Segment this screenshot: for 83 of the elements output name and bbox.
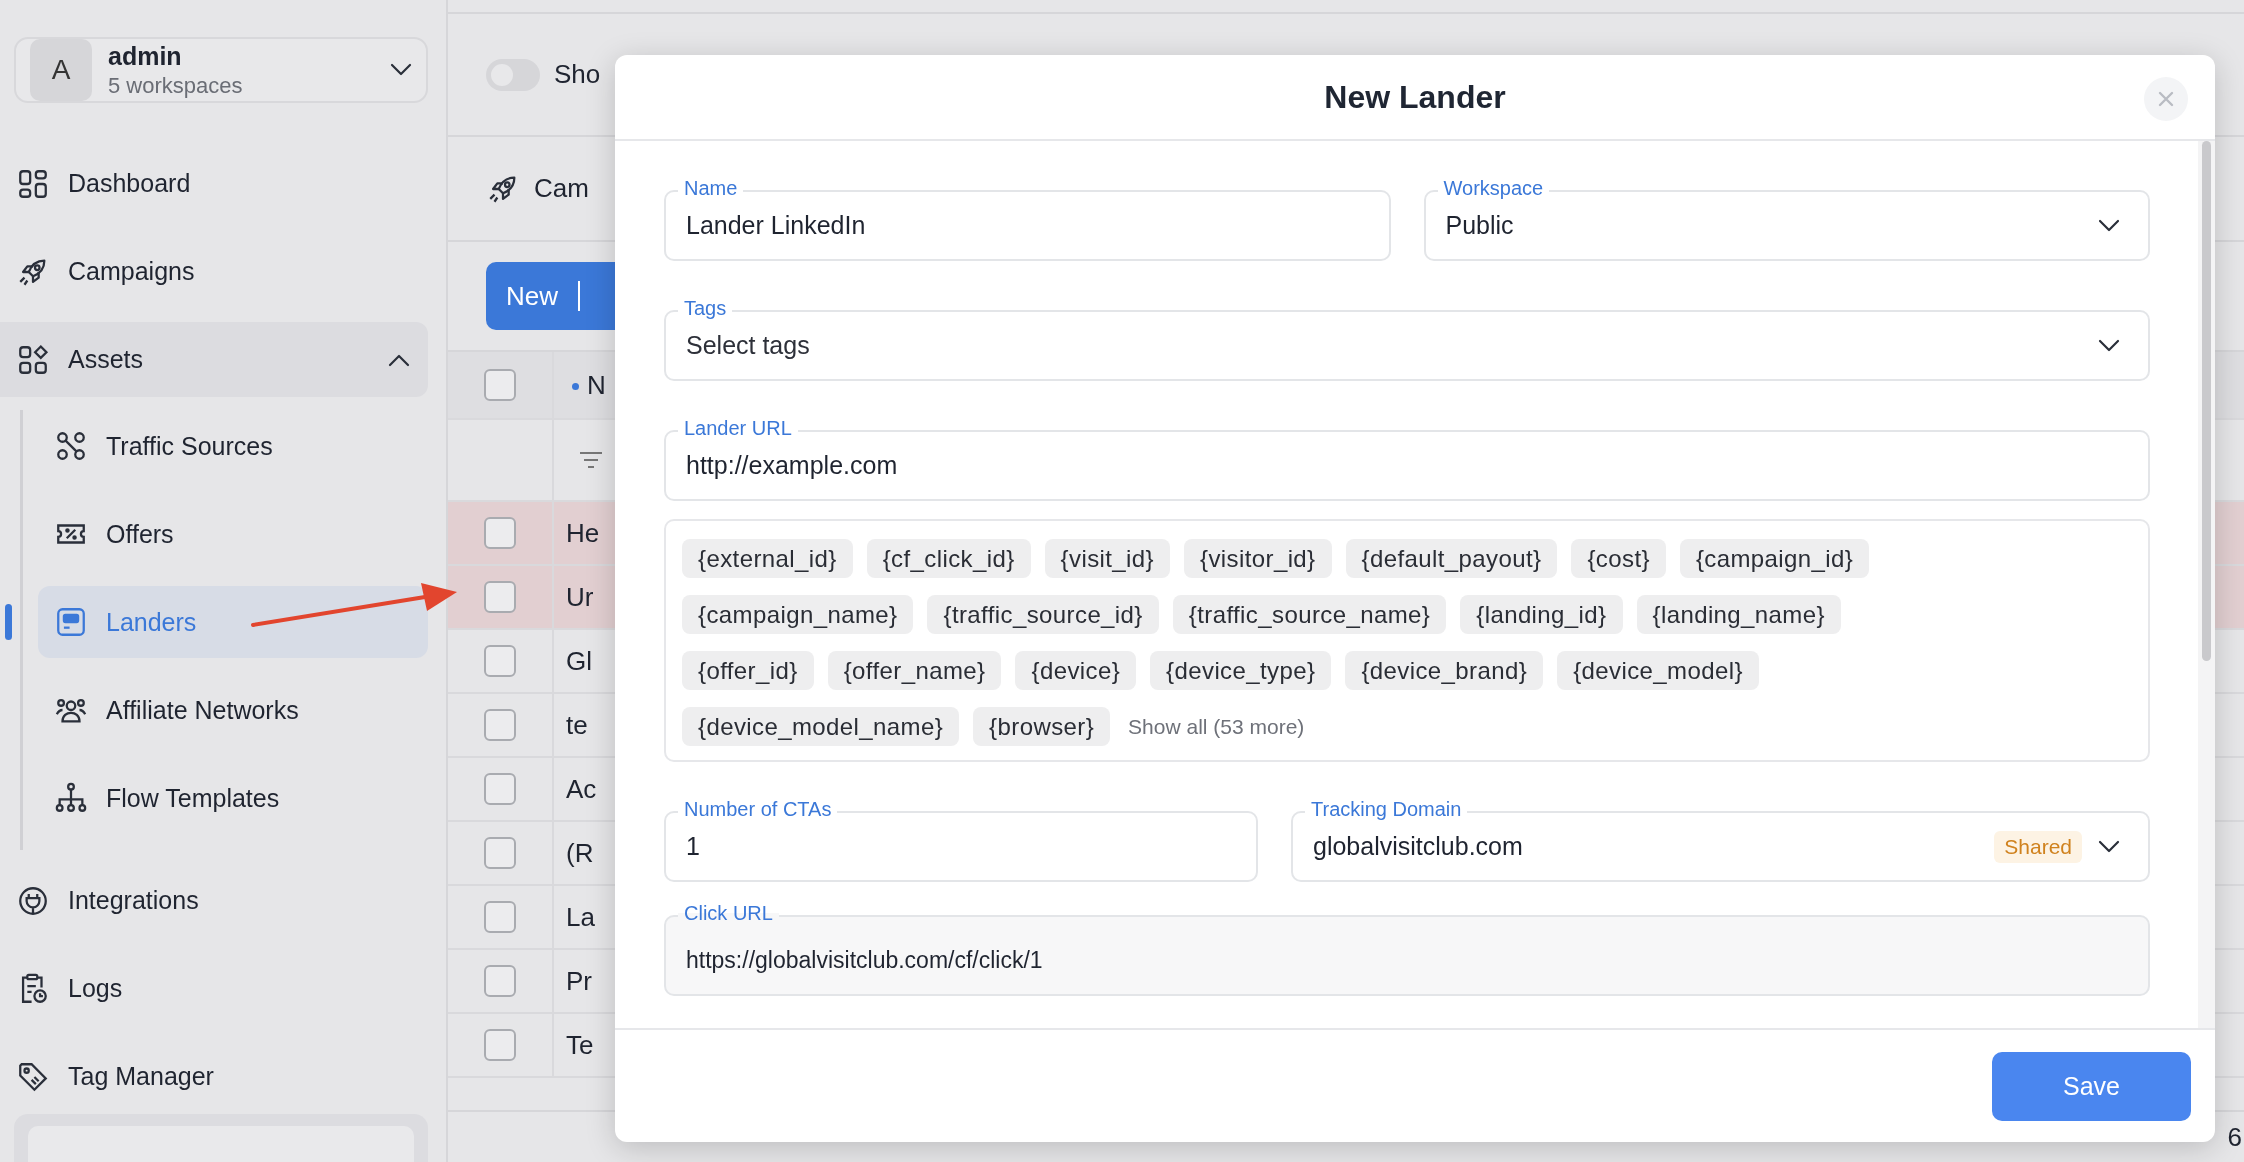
table-cell-text: Ur — [565, 581, 594, 613]
token-chip[interactable]: {campaign_name} — [682, 595, 914, 634]
table-cell-text: Pr — [565, 965, 592, 997]
token-chip[interactable]: {campaign_id} — [1679, 539, 1870, 578]
token-chip[interactable]: {cost} — [1571, 539, 1666, 578]
sidebar-item[interactable]: Assets — [0, 322, 428, 397]
token-chip[interactable]: {cf_click_id} — [866, 539, 1031, 578]
sidebar-item[interactable]: Offers — [38, 498, 428, 570]
tab-label[interactable]: Cam — [534, 173, 589, 204]
account-switcher[interactable]: A admin 5 workspaces — [14, 37, 428, 103]
sidebar-item[interactable]: Affiliate Networks — [38, 674, 428, 746]
sidebar-item[interactable]: Integrations — [0, 863, 428, 938]
token-chip[interactable]: {landing_id} — [1460, 595, 1623, 634]
token-chip[interactable]: {offer_name} — [827, 651, 1002, 690]
column-header[interactable]: N — [554, 369, 606, 401]
table-cell-text: te — [565, 709, 588, 741]
user-name: admin — [108, 41, 183, 71]
chevron-down-icon — [2098, 218, 2120, 233]
token-chip[interactable]: {device_model} — [1557, 651, 1759, 690]
token-chip[interactable]: {traffic_source_name} — [1172, 595, 1447, 634]
checkbox[interactable] — [484, 837, 516, 869]
chevron-down-icon — [2098, 839, 2120, 854]
workspace-count: 5 workspaces — [108, 72, 244, 99]
active-indicator — [5, 604, 12, 640]
table-cell-text: (R — [565, 837, 594, 869]
token-chip[interactable]: {traffic_source_id} — [927, 595, 1159, 634]
new-button[interactable]: New — [486, 262, 615, 330]
sidebar-item[interactable]: Logs — [0, 951, 428, 1026]
token-chip[interactable]: {default_payout} — [1345, 539, 1558, 578]
page-number: 6 — [2227, 1121, 2242, 1153]
token-chip[interactable]: {offer_id} — [682, 651, 814, 690]
checkbox[interactable] — [484, 645, 516, 677]
browser-icon — [54, 605, 88, 639]
filter-icon[interactable] — [578, 450, 604, 470]
token-chip[interactable]: {visitor_id} — [1184, 539, 1332, 578]
input-field[interactable]: Number of CTAs 1 — [664, 797, 1258, 882]
save-button[interactable]: Save — [1992, 1051, 2191, 1121]
checkbox[interactable] — [484, 901, 516, 933]
input-field: Click URL https://globalvisitclub.com/cf/click/1 — [664, 901, 2150, 996]
table-cell-text: Gl — [565, 645, 592, 677]
sidebar-item[interactable]: Traffic Sources — [38, 410, 428, 482]
checkbox[interactable] — [484, 369, 516, 401]
checkbox[interactable] — [484, 581, 516, 613]
token-chip[interactable]: {device_brand} — [1345, 651, 1544, 690]
dialog-title: New Lander — [1324, 78, 1506, 116]
checkbox[interactable] — [484, 965, 516, 997]
table-cell-text: Ac — [565, 773, 597, 805]
select-field[interactable]: Workspace Public — [1423, 176, 2150, 261]
table-cell-text: Te — [565, 1029, 594, 1061]
token-chip[interactable]: {visit_id} — [1044, 539, 1170, 578]
sidebar-item[interactable]: Flow Templates — [38, 762, 428, 834]
token-chip[interactable]: {device_model_name} — [682, 707, 960, 746]
token-chip[interactable]: {browser} — [973, 707, 1111, 746]
checkbox[interactable] — [484, 709, 516, 741]
select-field[interactable]: Tracking Domain globalvisitclub.com Shared — [1291, 797, 2150, 882]
table-cell-text: He — [565, 517, 600, 549]
checkbox[interactable] — [484, 1029, 516, 1061]
close-button[interactable] — [2144, 77, 2188, 121]
checkbox[interactable] — [484, 773, 516, 805]
chevron-up-icon — [388, 352, 410, 367]
assets-icon — [16, 342, 50, 377]
input-field[interactable]: Lander URL http://example.com — [664, 416, 2150, 501]
token-chip[interactable]: {device_type} — [1150, 651, 1332, 690]
token-chip[interactable]: {landing_name} — [1636, 595, 1841, 634]
token-chip[interactable]: {device} — [1015, 651, 1137, 690]
toggle-label: Sho — [554, 59, 601, 90]
sidebar-item[interactable]: Campaigns — [0, 234, 428, 309]
shared-badge: Shared — [1994, 830, 2082, 863]
sidebar-item[interactable]: Tag Manager — [0, 1039, 428, 1114]
checkbox[interactable] — [484, 517, 516, 549]
token-chip[interactable]: {external_id} — [682, 539, 853, 578]
chevron-down-icon — [2098, 338, 2120, 353]
input-field[interactable]: Name Lander LinkedIn — [664, 176, 1391, 261]
sidebar-item[interactable]: Dashboard — [0, 146, 428, 221]
hierarchy-icon — [54, 781, 88, 815]
show-all-link[interactable]: Show all (53 more) — [1124, 714, 1305, 739]
scrollbar-thumb[interactable] — [2202, 141, 2211, 661]
avatar: A — [30, 39, 92, 101]
nodes-icon — [54, 429, 88, 463]
close-icon — [2158, 91, 2174, 107]
select-field[interactable]: Tags Select tags — [664, 296, 2150, 381]
chevron-down-icon — [390, 63, 412, 77]
table-cell-text: La — [565, 901, 595, 933]
